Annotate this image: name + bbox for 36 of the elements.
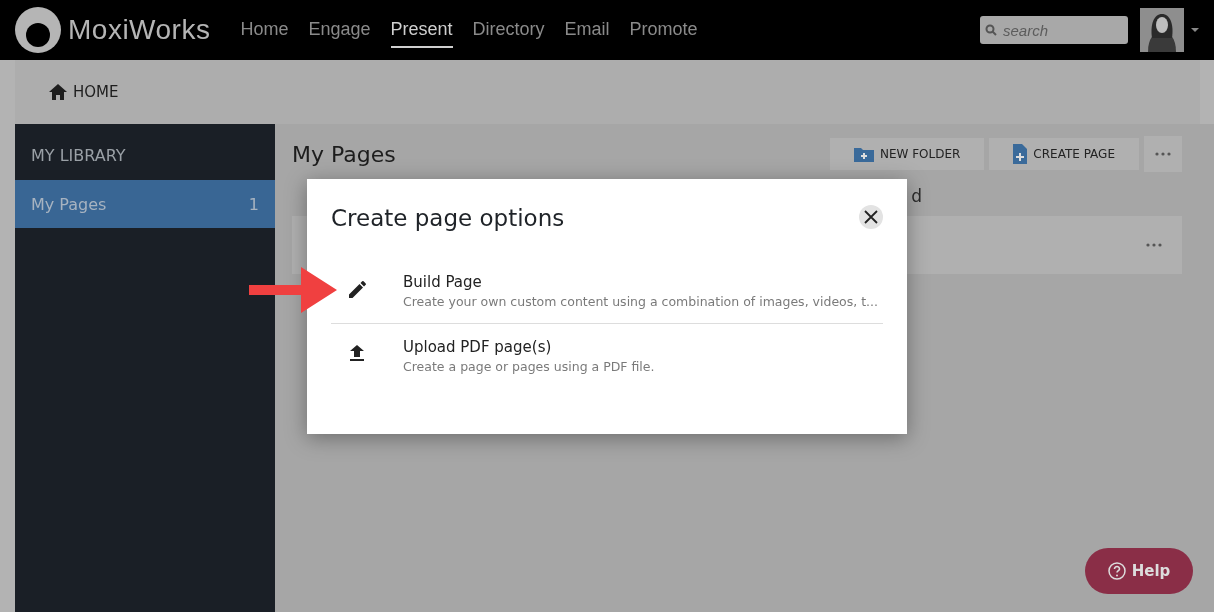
home-icon	[49, 84, 67, 100]
option-title: Upload PDF page(s)	[403, 338, 553, 356]
dialog-title: Create page options	[331, 205, 565, 231]
help-button[interactable]: Help	[1085, 548, 1193, 594]
new-folder-button[interactable]: NEW FOLDER	[829, 138, 985, 170]
partial-text: d	[911, 186, 922, 206]
nav-link[interactable]: Present	[390, 12, 453, 48]
nav-link[interactable]: Email	[564, 12, 610, 48]
pencil-icon	[349, 280, 367, 298]
nav-link[interactable]: Engage	[308, 12, 371, 48]
nav-link[interactable]: Directory	[472, 12, 545, 48]
help-icon	[1107, 562, 1126, 580]
more-icon	[1155, 152, 1171, 156]
logo-text: MoxiWorks	[68, 14, 211, 46]
breadcrumb-link[interactable]: HOME	[73, 83, 119, 101]
search-icon	[985, 24, 997, 36]
option-item[interactable]: Upload PDF page(s) Create a page or pages using a PDF file.	[331, 323, 883, 388]
nav-link[interactable]: Promote	[629, 12, 698, 48]
option-item[interactable]: Build Page Create your own custom content using a combination of images, videos, t...	[331, 259, 883, 323]
search-box[interactable]: search	[980, 16, 1128, 44]
option-description: Create your own custom content using a combination of images, videos, t...	[403, 294, 879, 309]
close-icon	[864, 210, 878, 224]
option-description: Create a page or pages using a PDF file.	[403, 359, 656, 374]
caret-icon[interactable]	[1190, 27, 1200, 33]
search-input[interactable]: search	[1001, 20, 1115, 40]
page-title: My Pages	[292, 141, 397, 167]
upload-icon	[349, 345, 365, 363]
file-plus-icon	[1013, 144, 1028, 164]
folder-plus-icon	[853, 146, 874, 162]
logo-icon	[14, 6, 62, 54]
sidebar-title: MY LIBRARY	[30, 145, 127, 167]
nav-link[interactable]: Home	[240, 12, 289, 48]
option-title: Build Page	[403, 273, 483, 291]
close-button[interactable]	[859, 205, 883, 229]
more-icon	[1146, 243, 1162, 247]
create-page-button[interactable]: CREATE PAGE	[989, 138, 1139, 170]
